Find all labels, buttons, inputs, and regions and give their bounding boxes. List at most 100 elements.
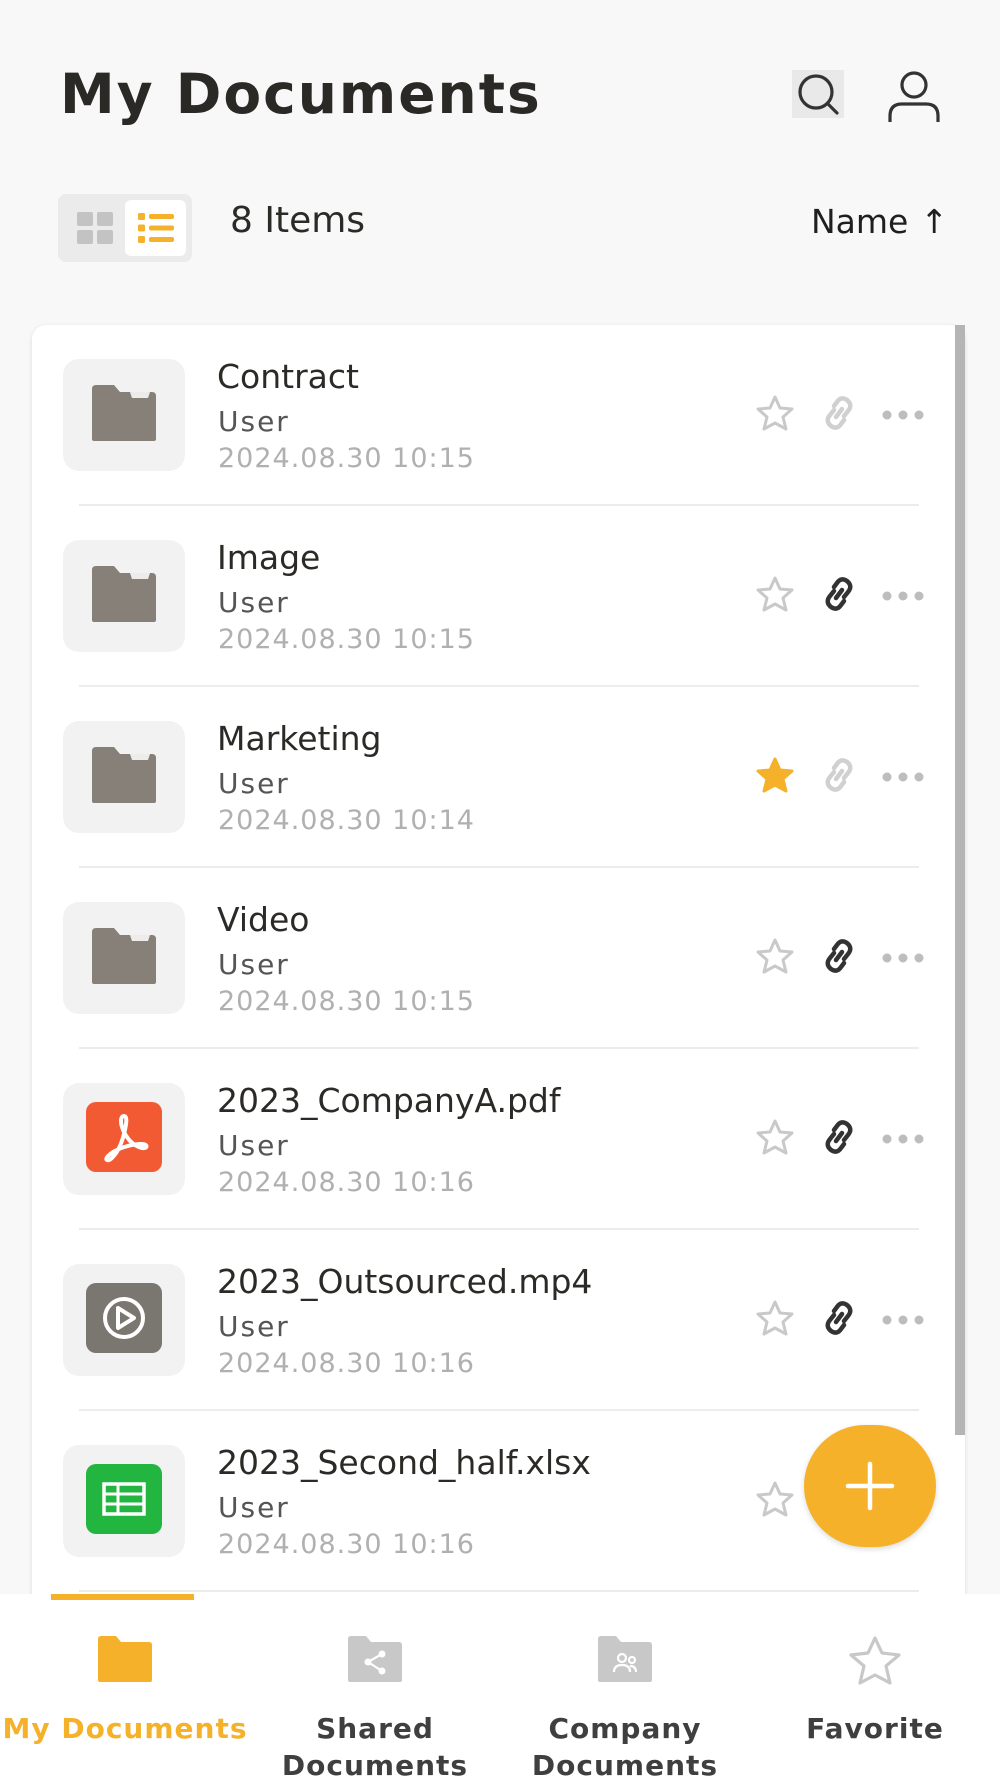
folder-icon [90,383,158,447]
star-icon [755,1299,795,1341]
file-date: 2024.08.30 10:15 [218,986,475,1017]
more-options-button[interactable] [879,1298,927,1342]
more-icon [881,1130,925,1149]
more-icon [881,1311,925,1330]
share-link-button[interactable] [815,936,863,980]
more-options-button[interactable] [879,755,927,799]
file-date: 2024.08.30 10:15 [218,624,475,655]
tab-company-folder[interactable]: Company Documents [500,1594,750,1778]
tab-label: Shared Documents [281,1712,469,1778]
favorite-button[interactable] [751,393,799,437]
file-owner: User [218,767,290,800]
file-thumbnail [63,721,185,833]
favorite-button[interactable] [751,1117,799,1161]
file-list: Contract User 2024.08.30 10:15 Image Use… [32,325,965,1778]
grid-icon [76,212,113,244]
more-icon [881,768,925,787]
star-icon [755,1480,795,1522]
plus-icon [845,1461,895,1511]
more-icon [881,587,925,606]
file-thumbnail [63,540,185,652]
file-date: 2024.08.30 10:16 [218,1348,475,1379]
favorite-button[interactable] [751,755,799,799]
link-icon [819,393,859,437]
share-link-button[interactable] [815,1298,863,1342]
folder-icon [90,564,158,628]
more-options-button[interactable] [879,574,927,618]
file-date: 2024.08.30 10:14 [218,805,475,836]
share-link-button[interactable] [815,393,863,437]
file-date: 2024.08.30 10:16 [218,1167,475,1198]
file-name: Contract [217,357,359,396]
more-options-button[interactable] [879,1117,927,1161]
scrollbar[interactable] [955,325,965,1435]
star-filled-icon [755,756,795,798]
star-icon [755,937,795,979]
share-link-button[interactable] [815,755,863,799]
more-options-button[interactable] [879,936,927,980]
profile-button[interactable] [884,66,944,126]
more-options-button[interactable] [879,393,927,437]
sort-arrow-icon: ↑ [920,202,948,241]
file-name: 2023_Second_half.xlsx [217,1443,591,1482]
tab-star[interactable]: Favorite [750,1594,1000,1778]
favorite-button[interactable] [751,936,799,980]
link-icon [819,1117,859,1161]
video-icon [86,1283,162,1357]
link-icon [819,574,859,618]
pdf-icon [86,1102,162,1176]
file-name: 2023_CompanyA.pdf [217,1081,561,1120]
tab-label: Favorite [806,1712,944,1745]
file-date: 2024.08.30 10:15 [218,443,475,474]
folder-icon [90,745,158,809]
file-name: 2023_Outsourced.mp4 [217,1262,593,1301]
file-thumbnail [63,1264,185,1376]
list-item[interactable]: 2023_CompanyA.pdf User 2024.08.30 10:16 [32,1049,965,1230]
tab-label: My Documents [2,1712,248,1745]
grid-view-button[interactable] [64,200,125,256]
list-item[interactable]: Marketing User 2024.08.30 10:14 [32,687,965,868]
spreadsheet-icon [86,1464,162,1538]
link-icon [819,936,859,980]
file-date: 2024.08.30 10:16 [218,1529,475,1560]
file-thumbnail [63,359,185,471]
star-icon [750,1634,1000,1690]
favorite-button[interactable] [751,1479,799,1523]
favorite-button[interactable] [751,1298,799,1342]
list-item[interactable]: Image User 2024.08.30 10:15 [32,506,965,687]
share-link-button[interactable] [815,574,863,618]
add-button[interactable] [804,1425,936,1547]
share-link-button[interactable] [815,1117,863,1161]
list-icon [137,213,174,243]
more-icon [881,949,925,968]
favorite-button[interactable] [751,574,799,618]
star-icon [755,394,795,436]
list-item[interactable]: Contract User 2024.08.30 10:15 [32,325,965,506]
bottom-nav: My Documents Shared Documents Company Do… [0,1594,1000,1778]
sort-label: Name [810,202,909,241]
file-owner: User [218,1129,290,1162]
view-toggle [58,194,192,262]
file-thumbnail [63,902,185,1014]
page-title: My Documents [60,62,542,126]
tab-shared-folder[interactable]: Shared Documents [250,1594,500,1778]
item-count: 8 Items [230,200,366,241]
list-item[interactable]: Video User 2024.08.30 10:15 [32,868,965,1049]
star-icon [755,1118,795,1160]
tab-folder[interactable]: My Documents [0,1594,250,1778]
header: My Documents 8 Items Name ↑ [0,0,1000,290]
file-owner: User [218,1491,290,1524]
link-icon [819,755,859,799]
list-item[interactable]: 2023_Outsourced.mp4 User 2024.08.30 10:1… [32,1230,965,1411]
person-icon [888,71,940,122]
more-icon [881,406,925,425]
folder-icon [90,926,158,990]
search-button[interactable] [792,70,844,118]
file-thumbnail [63,1445,185,1557]
file-owner: User [218,586,290,619]
divider [79,1590,919,1592]
sort-button[interactable]: Name ↑ [811,202,948,241]
file-owner: User [218,948,290,981]
list-view-button[interactable] [125,200,186,256]
file-name: Image [217,538,321,577]
